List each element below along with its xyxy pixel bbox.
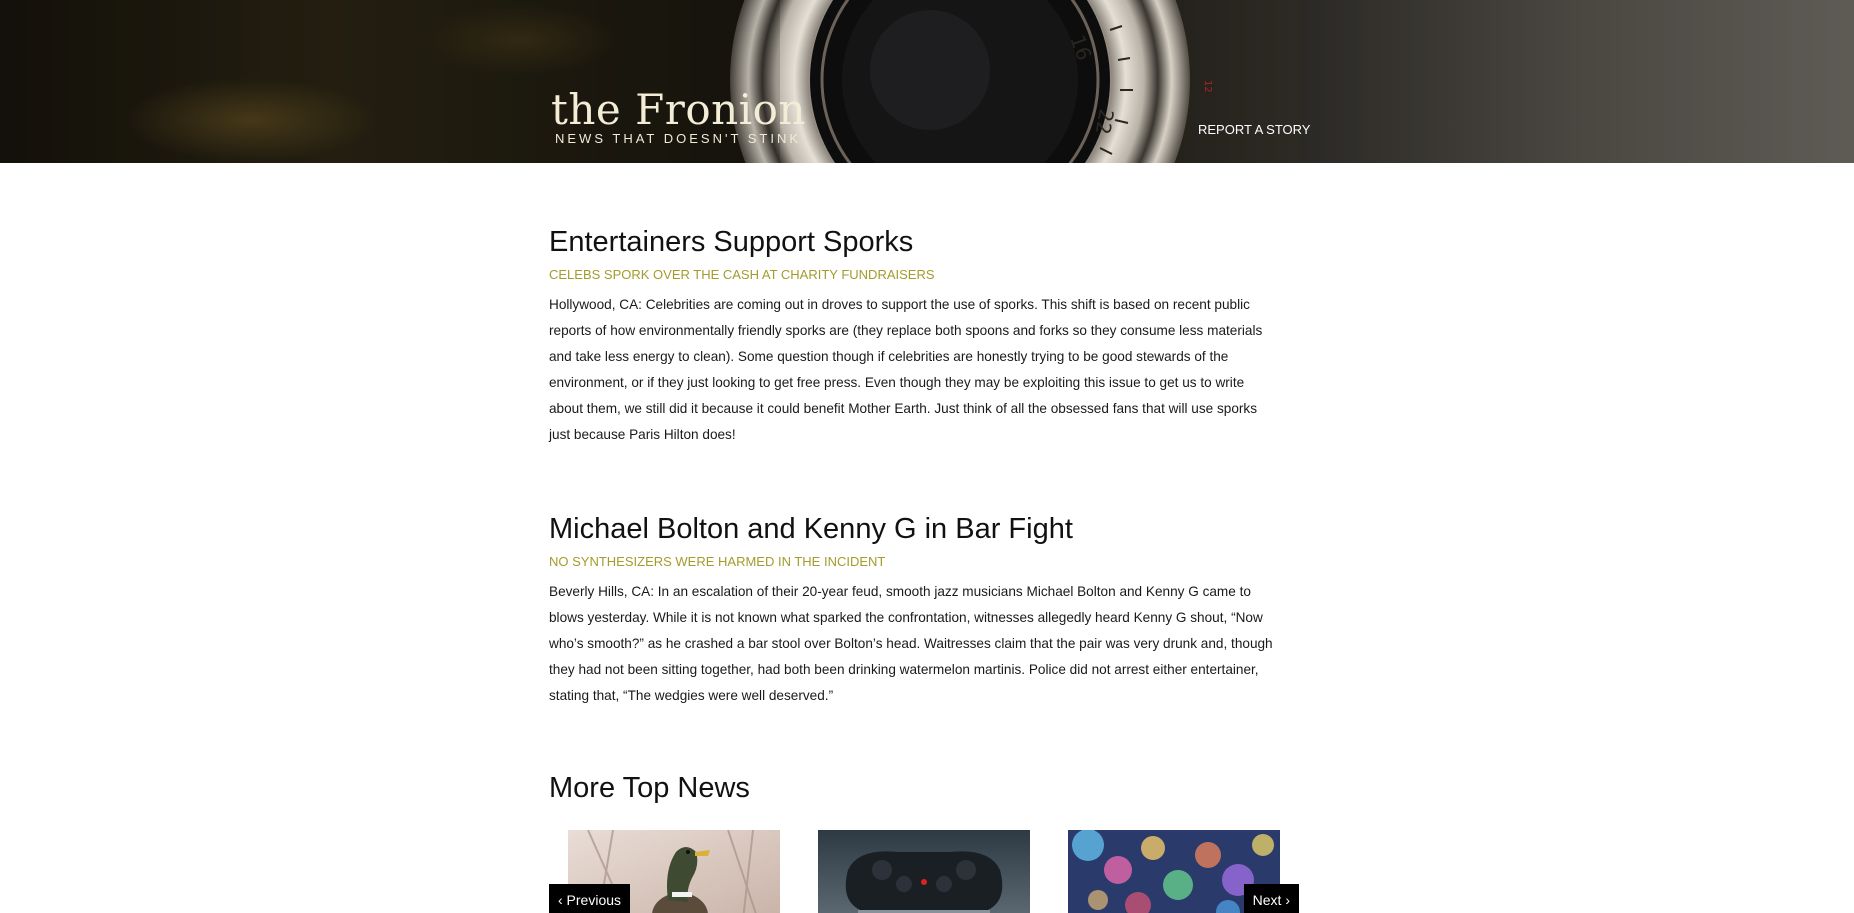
article-body-line: Hollywood, CA: Celebrities are coming ou… [549, 297, 1250, 312]
thumbnail-controller[interactable] [818, 830, 1030, 913]
more-top-news-heading: More Top News [549, 772, 750, 804]
game-controller-image [818, 830, 1030, 913]
lens-number-12: 12 [1202, 80, 1213, 93]
article-body-line: they had not been sitting together, had … [549, 662, 1259, 677]
article-body-line: Beverly Hills, CA: In an escalation of t… [549, 584, 1251, 599]
logo-title: the Fronion [551, 85, 806, 134]
article-body-line: reports of how environmentally friendly … [549, 323, 1263, 338]
article-title[interactable]: Michael Bolton and Kenny G in Bar Fight [549, 512, 1301, 546]
news-carousel: ‹ Previous Next › [549, 830, 1301, 913]
article-body: Hollywood, CA: Celebrities are coming ou… [549, 292, 1301, 448]
article-body: Beverly Hills, CA: In an escalation of t… [549, 579, 1301, 709]
article-subhead: CELEBS SPORK OVER THE CASH AT CHARITY FU… [549, 267, 935, 282]
article-title[interactable]: Entertainers Support Sporks [549, 225, 1301, 259]
article-body-line: just because Paris Hilton does! [549, 427, 736, 442]
article-subhead: NO SYNTHESIZERS WERE HARMED IN THE INCID… [549, 554, 886, 569]
article-sporks: Entertainers Support Sporks CELEBS SPORK… [549, 225, 1301, 448]
article-body-line: environment, or if they just looking to … [549, 375, 1245, 390]
article-bar-fight: Michael Bolton and Kenny G in Bar Fight … [549, 512, 1301, 709]
camera-lens-background: 16 22 12 [0, 0, 1854, 163]
article-body-line: who’s smooth?” as he crashed a bar stool… [549, 636, 1273, 651]
article-body-line: stating that, “The wedgies were well des… [549, 688, 834, 703]
logo-tagline: NEWS THAT DOESN'T STINK [555, 131, 802, 146]
article-body-line: and take less energy to clean). Some que… [549, 349, 1229, 364]
next-button[interactable]: Next › [1243, 884, 1299, 913]
report-a-story-link[interactable]: REPORT A STORY [1198, 122, 1310, 137]
previous-button[interactable]: ‹ Previous [549, 884, 631, 913]
site-logo[interactable]: the Fronion NEWS THAT DOESN'T STINK [551, 86, 831, 156]
lens-number-22: 22 [1091, 107, 1119, 136]
article-body-line: about them, we still did it because it c… [549, 401, 1258, 416]
header-banner: 16 22 12 the Fronion NEWS THAT DOESN'T S… [0, 0, 1854, 163]
article-body-line: blows yesterday. While it is not known w… [549, 610, 1263, 625]
